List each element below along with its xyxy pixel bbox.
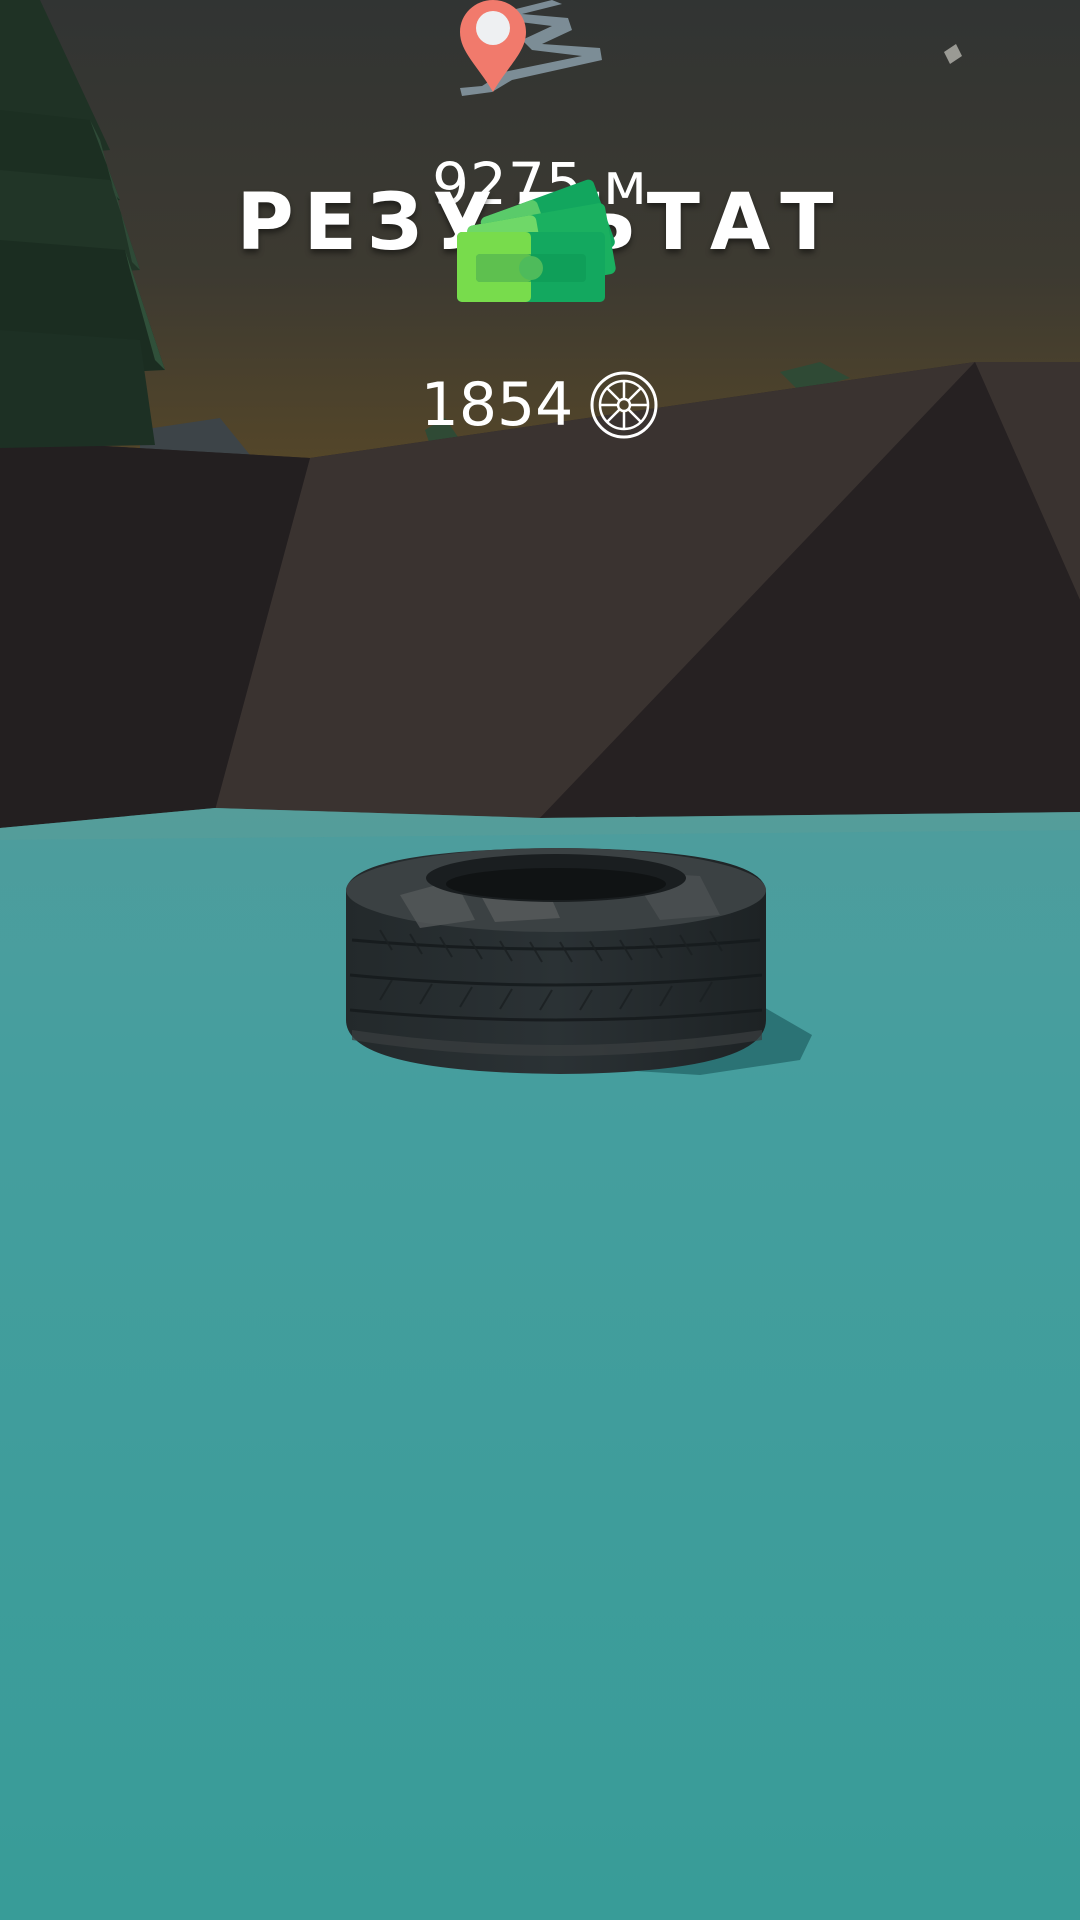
- tire: [346, 848, 766, 1074]
- game-screen: 9275 м РЕЗУЛЬТАТ 1854: [0, 0, 1080, 1920]
- reward-amount: 1854: [420, 370, 574, 440]
- map-pin-icon: [460, 0, 602, 96]
- reward-row: 1854: [0, 370, 1080, 440]
- cash-stack-icon: [457, 179, 616, 302]
- wheel-rim-icon: [590, 371, 658, 439]
